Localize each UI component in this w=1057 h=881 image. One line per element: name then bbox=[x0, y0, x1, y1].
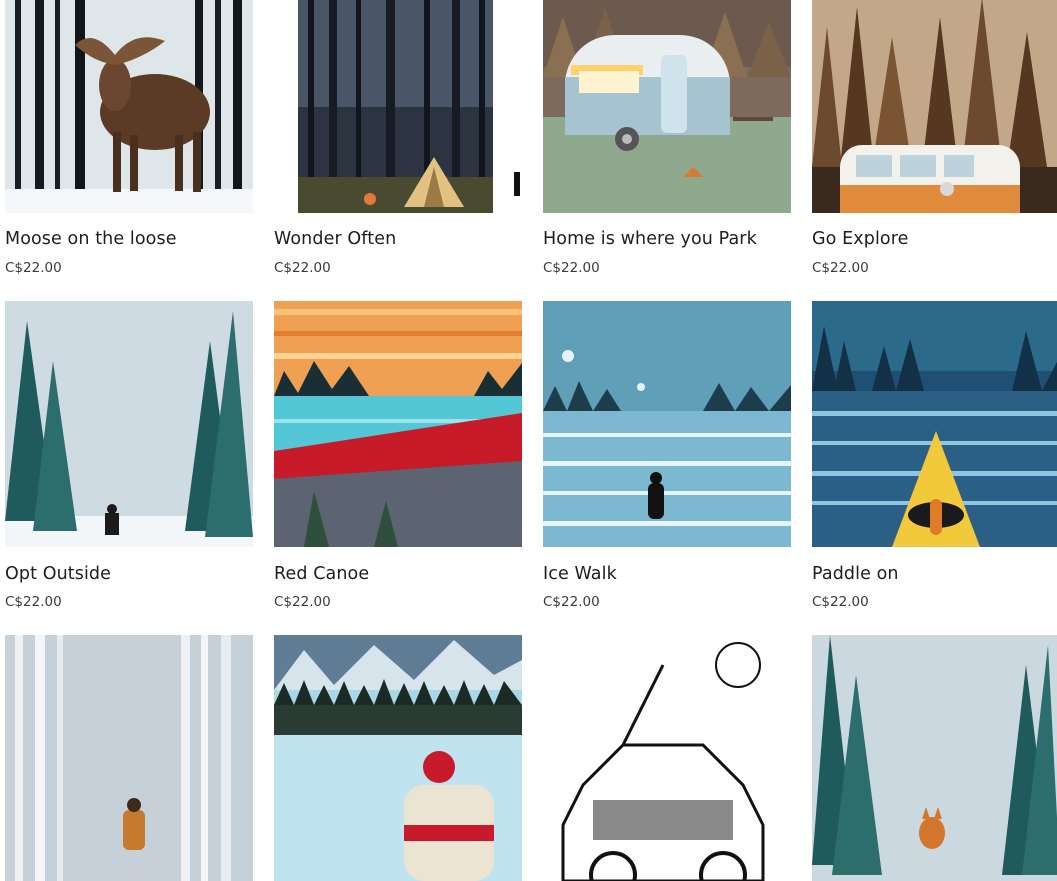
product-image[interactable] bbox=[5, 301, 253, 547]
product-price: C$22.00 bbox=[543, 260, 600, 276]
product-image[interactable] bbox=[274, 301, 522, 547]
product-image[interactable] bbox=[274, 0, 522, 213]
product-price: C$22.00 bbox=[812, 260, 869, 276]
product-image[interactable] bbox=[5, 635, 253, 881]
product-image[interactable] bbox=[5, 0, 253, 213]
product-price: C$22.00 bbox=[812, 594, 869, 610]
product-title[interactable]: Moose on the loose bbox=[5, 229, 177, 249]
product-price: C$22.00 bbox=[5, 260, 62, 276]
product-price: C$22.00 bbox=[5, 594, 62, 610]
product-image[interactable] bbox=[274, 635, 522, 881]
product-price: C$22.00 bbox=[274, 594, 331, 610]
product-title[interactable]: Paddle on bbox=[812, 564, 899, 584]
product-title[interactable]: Opt Outside bbox=[5, 564, 111, 584]
product-title[interactable]: Wonder Often bbox=[274, 229, 396, 249]
product-title[interactable]: Ice Walk bbox=[543, 564, 617, 584]
product-image[interactable] bbox=[543, 0, 791, 213]
product-title[interactable]: Go Explore bbox=[812, 229, 909, 249]
product-price: C$22.00 bbox=[543, 594, 600, 610]
product-image[interactable] bbox=[812, 301, 1057, 547]
product-title[interactable]: Red Canoe bbox=[274, 564, 369, 584]
product-image[interactable] bbox=[543, 301, 791, 547]
product-title[interactable]: Home is where you Park bbox=[543, 229, 757, 249]
product-price: C$22.00 bbox=[274, 260, 331, 276]
product-image[interactable] bbox=[812, 635, 1057, 881]
product-image[interactable] bbox=[543, 635, 791, 881]
product-grid: Moose on the loose C$22.00 Wonder Often … bbox=[0, 0, 1057, 881]
product-image[interactable] bbox=[812, 0, 1057, 213]
